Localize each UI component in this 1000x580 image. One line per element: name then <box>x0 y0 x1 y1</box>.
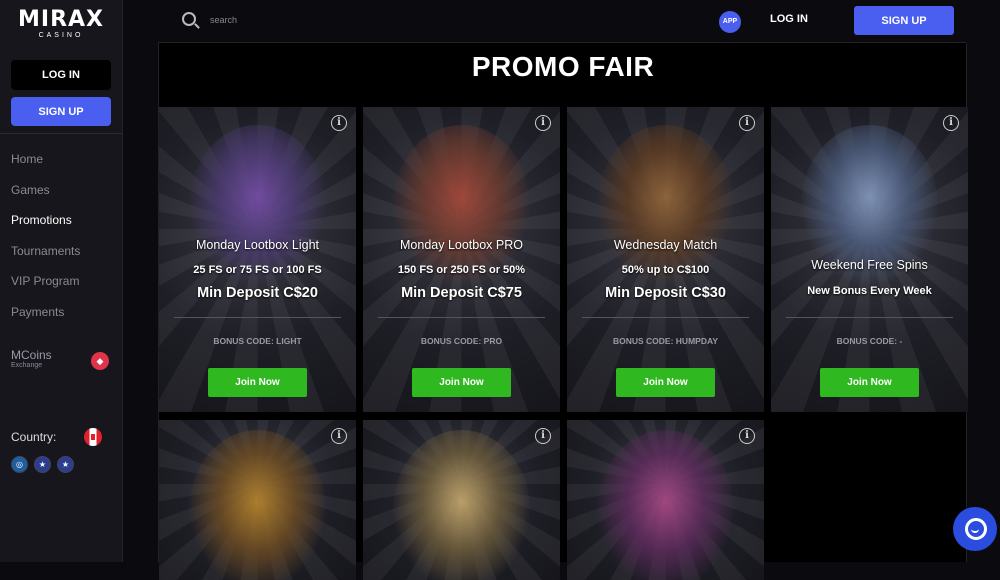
card-offer: 25 FS or 75 FS or 100 FS <box>193 264 322 276</box>
canada-flag-icon[interactable] <box>84 428 102 446</box>
header-signup-button[interactable]: SIGN UP <box>854 6 954 35</box>
sorceress-character-art <box>189 430 326 580</box>
card-offer: 150 FS or 250 FS or 50% <box>397 264 526 276</box>
country-selector[interactable]: Country: <box>11 428 111 446</box>
promo-card-row2-2: i <box>363 420 560 580</box>
sidebar-item-games[interactable]: Games <box>11 179 80 210</box>
card-title: Monday Lootbox Light <box>195 238 319 252</box>
mirax-casino-logo[interactable]: MIRAX CASINO <box>16 8 106 52</box>
info-icon[interactable]: i <box>331 115 347 131</box>
promo-card-wednesday-match: i Wednesday Match 50% up to C$100 Min De… <box>567 107 764 412</box>
sidebar-item-home[interactable]: Home <box>11 148 80 179</box>
magician-woman-art <box>597 430 734 580</box>
sidebar-signup-button[interactable]: SIGN UP <box>11 97 111 126</box>
card-bonus-code: BONUS CODE: PRO <box>420 336 503 346</box>
search-input[interactable] <box>210 12 410 28</box>
card-bonus-code: BONUS CODE: HUMPDAY <box>612 336 718 346</box>
card-divider <box>378 317 545 318</box>
card-title: Monday Lootbox PRO <box>400 238 523 252</box>
card-bonus-code: BONUS CODE: - <box>836 336 903 346</box>
luchador-character-art <box>597 125 734 285</box>
card-divider <box>174 317 341 318</box>
info-icon[interactable]: i <box>943 115 959 131</box>
promo-main-area: PROMO FAIR i Monday Lootbox Light 25 FS … <box>158 43 968 580</box>
logo-subtitle: CASINO <box>38 32 84 39</box>
sidebar-item-payments[interactable]: Payments <box>11 301 80 332</box>
live-chat-icon[interactable] <box>953 507 997 551</box>
card-min-deposit: Min Deposit C$75 <box>401 285 522 301</box>
info-icon[interactable]: i <box>535 428 551 444</box>
sidebar-item-tournaments[interactable]: Tournaments <box>11 240 80 271</box>
card-divider <box>786 317 953 318</box>
info-icon[interactable]: i <box>739 428 755 444</box>
join-now-button[interactable]: Join Now <box>412 368 511 397</box>
card-title: Weekend Free Spins <box>811 258 928 272</box>
promo-card-weekend-free-spins: i Weekend Free Spins New Bonus Every Wee… <box>771 107 968 412</box>
info-icon[interactable]: i <box>739 115 755 131</box>
header-login-button[interactable]: LOG IN <box>770 13 808 25</box>
card-offer: New Bonus Every Week <box>807 285 932 297</box>
info-icon[interactable]: i <box>535 115 551 131</box>
card-min-deposit: Min Deposit C$30 <box>605 285 726 301</box>
search-icon[interactable] <box>182 12 196 26</box>
join-now-button[interactable]: Join Now <box>616 368 715 397</box>
page-title: PROMO FAIR <box>471 51 655 82</box>
sidebar-item-promotions[interactable]: Promotions <box>11 209 80 240</box>
mcoins-icon: ◆ <box>91 352 109 370</box>
mcoins-exchange-link[interactable]: MCoins Exchange ◆ <box>11 348 111 378</box>
card-divider <box>582 317 749 318</box>
card-offer: 50% up to C$100 <box>621 264 710 276</box>
sidebar-divider <box>0 133 123 134</box>
promo-card-row2-1: i <box>159 420 356 580</box>
australia-flag-icon[interactable]: ★ <box>34 456 51 473</box>
card-title: Wednesday Match <box>613 238 718 252</box>
sidebar-nav: Home Games Promotions Tournaments VIP Pr… <box>11 148 80 331</box>
sidebar: MIRAX CASINO LOG IN SIGN UP Home Games P… <box>0 0 123 562</box>
new-zealand-flag-icon[interactable]: ★ <box>57 456 74 473</box>
join-now-button[interactable]: Join Now <box>820 368 919 397</box>
promo-card-monday-lootbox-light: i Monday Lootbox Light 25 FS or 75 FS or… <box>159 107 356 412</box>
language-options: ◎ ★ ★ <box>11 456 74 473</box>
card-bonus-code: BONUS CODE: LIGHT <box>213 336 302 346</box>
join-now-button[interactable]: Join Now <box>208 368 307 397</box>
pirate-character-art <box>189 125 326 285</box>
app-button[interactable]: APP <box>719 11 741 33</box>
info-icon[interactable]: i <box>331 428 347 444</box>
sidebar-login-button[interactable]: LOG IN <box>11 60 111 90</box>
promo-card-row2-3: i <box>567 420 764 580</box>
card-min-deposit: Min Deposit C$20 <box>197 285 318 301</box>
globe-icon[interactable]: ◎ <box>11 456 28 473</box>
viking-warrior-art <box>393 125 530 285</box>
gentleman-gambler-art <box>393 430 530 580</box>
sidebar-item-vip-program[interactable]: VIP Program <box>11 270 80 301</box>
promo-card-monday-lootbox-pro: i Monday Lootbox PRO 150 FS or 250 FS or… <box>363 107 560 412</box>
logo-wordmark: MIRAX <box>17 7 104 32</box>
top-header: APP LOG IN SIGN UP <box>158 0 966 43</box>
